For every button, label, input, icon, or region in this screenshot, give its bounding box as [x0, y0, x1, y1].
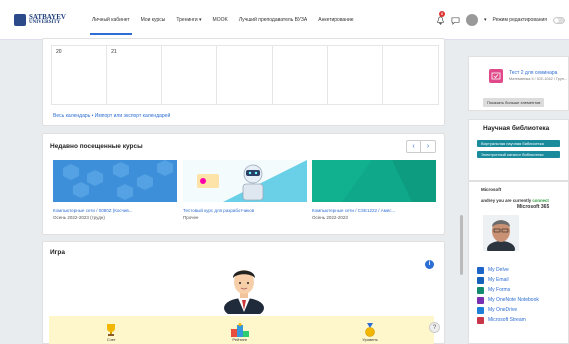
course-name[interactable]: Компьютерные сети / CSE1222 / Амес...	[312, 208, 436, 213]
recent-courses-title: Недавно посещенные курсы	[50, 143, 143, 150]
ms-greeting-text: andrey you are currently	[481, 198, 532, 203]
outlook-icon	[477, 276, 484, 284]
ms-item-stream[interactable]: Microsoft Stream	[477, 315, 568, 325]
score-label: Счет	[106, 337, 116, 342]
ms-item-label: Microsoft Stream	[488, 317, 526, 323]
scrollbar-thumb[interactable]	[460, 215, 463, 275]
course-card[interactable]: Тестовый курс для разработчиков Прочее	[183, 160, 307, 230]
e-catalog-button[interactable]: Электронный каталог библиотеки	[477, 151, 560, 158]
calendar-links[interactable]: Весь календарь • Импорт или экспорт кале…	[53, 113, 170, 119]
user-avatar[interactable]	[465, 14, 478, 26]
game-title: Игра	[50, 249, 65, 256]
calendar-grid: 20 21	[51, 45, 439, 105]
microsoft-block: Microsoft andrey you are currently conne…	[468, 181, 569, 344]
ms-greeting: andrey you are currently connect	[481, 198, 568, 203]
ms-app-list: My Delve My Email My Forms My OneNote No…	[469, 265, 568, 325]
level-stat[interactable]: Уровень	[362, 323, 378, 342]
calendar-day[interactable]	[328, 46, 383, 104]
course-category: Осень 2022-2023 (трудн)	[53, 215, 105, 220]
medal-icon	[365, 323, 375, 337]
ms-365-label: Microsoft 365	[517, 204, 550, 210]
show-more-button[interactable]: Показать больше элементов	[483, 98, 545, 107]
ms-item-label: My Forms	[488, 287, 511, 293]
user-profile-photo	[483, 215, 519, 251]
ms-item-onedrive[interactable]: My OneDrive	[477, 305, 568, 315]
course-name[interactable]: Тестовый курс для разработчиков	[183, 208, 307, 213]
edit-mode-label[interactable]: Режим редактирования	[493, 17, 548, 23]
podium-icon	[230, 323, 249, 337]
ms-item-email[interactable]: My Email	[477, 275, 568, 285]
nav-links: Личный кабинет Мои курсы Тренинги ▾ MOOK…	[90, 3, 356, 37]
course-name[interactable]: Компьютерные сети / 0080Z (Косчив...	[53, 208, 177, 213]
onedrive-icon	[477, 306, 484, 314]
nav-link-best-teacher[interactable]: Лучший преподаватель ВУЗА	[237, 3, 309, 37]
level-label: Уровень	[362, 337, 378, 342]
nav-link-mook[interactable]: MOOK	[211, 3, 230, 37]
course-card[interactable]: Компьютерные сети / CSE1222 / Амес... Ос…	[312, 160, 436, 230]
quiz-icon	[489, 69, 503, 83]
chevron-down-icon[interactable]: ▾	[484, 17, 487, 23]
delve-icon	[477, 266, 484, 274]
calendar-day[interactable]: 21	[107, 46, 163, 104]
course-category: Осень 2022-2023	[312, 215, 348, 220]
university-logo[interactable]: SATBAYEV UNIVERSITY	[14, 12, 84, 26]
library-block: Научная библиотека Виртуальная научная б…	[468, 119, 569, 181]
ms-connected-status: connect	[532, 198, 549, 203]
upcoming-events-block: Тест 2 для семинара Математика II / ICE-…	[468, 56, 569, 111]
ms-item-forms[interactable]: My Forms	[477, 285, 568, 295]
nav-link-survey[interactable]: Анкетирование	[316, 3, 355, 37]
logo-line-1: SATBAYEV	[29, 12, 66, 21]
nav-link-trainings[interactable]: Тренинги ▾	[174, 3, 203, 37]
calendar-day[interactable]	[273, 46, 328, 104]
calendar-day[interactable]	[162, 46, 218, 104]
edit-mode-toggle[interactable]	[553, 16, 565, 24]
stream-icon	[477, 316, 484, 324]
player-avatar	[224, 270, 264, 314]
course-category: Прочее	[183, 215, 199, 220]
nav-link-dashboard[interactable]: Личный кабинет	[90, 3, 132, 37]
calendar-block: 20 21 Весь календарь • Импорт или экспор…	[42, 38, 445, 126]
ms-item-label: My OneDrive	[488, 307, 518, 313]
score-stat[interactable]: Счет	[105, 323, 117, 342]
virtual-library-button[interactable]: Виртуальная научная библиотека	[477, 140, 560, 147]
calendar-day[interactable]	[383, 46, 438, 104]
ms-item-label: My Email	[488, 277, 509, 283]
ms-item-delve[interactable]: My Delve	[477, 265, 568, 275]
top-navbar: SATBAYEV UNIVERSITY Личный кабинет Мои к…	[0, 0, 569, 40]
ms-item-label: My Delve	[488, 267, 509, 273]
onenote-icon	[477, 296, 484, 304]
game-stats-bar: Счет Рейтинг Уровень	[49, 316, 434, 344]
carousel-prev-button[interactable]: ‹	[407, 141, 421, 152]
ms-item-label: My OneNote Notebook	[488, 297, 539, 303]
help-button[interactable]: ?	[429, 322, 440, 333]
notification-badge: 8	[438, 10, 445, 17]
forms-icon	[477, 286, 484, 294]
library-title: Научная библиотека	[483, 125, 550, 132]
nav-link-my-courses[interactable]: Мои курсы	[139, 3, 168, 37]
ms-item-onenote[interactable]: My OneNote Notebook	[477, 295, 568, 305]
game-block: Игра i Счет Рейтинг Уровень ?	[42, 241, 445, 344]
course-image[interactable]	[312, 160, 436, 202]
rating-stat[interactable]: Рейтинг	[230, 323, 250, 342]
logo-emblem-icon	[14, 13, 26, 26]
recent-courses-block: Недавно посещенные курсы ‹ › Компьютерны…	[42, 133, 445, 235]
calendar-day[interactable]: 20	[52, 46, 108, 104]
microsoft-title: Microsoft	[481, 187, 502, 192]
calendar-day[interactable]	[217, 46, 273, 104]
quiz-course: Математика II / ICE-1042 / Груп...	[509, 77, 567, 81]
rating-label: Рейтинг	[232, 337, 248, 342]
info-icon[interactable]: i	[425, 260, 434, 269]
chat-icon[interactable]	[451, 16, 460, 25]
course-image[interactable]	[183, 160, 307, 202]
course-card[interactable]: Компьютерные сети / 0080Z (Косчив... Осе…	[53, 160, 177, 230]
quiz-title[interactable]: Тест 2 для семинара	[509, 70, 557, 76]
right-sidebar: Тест 2 для семинара Математика II / ICE-…	[462, 40, 569, 344]
carousel-next-button[interactable]: ›	[421, 141, 435, 152]
bell-icon[interactable]: 8	[436, 10, 445, 25]
carousel-controls: ‹ ›	[406, 140, 436, 153]
trophy-icon	[107, 324, 116, 336]
nav-right: 8 ▾ Режим редактирования	[436, 0, 565, 40]
course-image[interactable]	[53, 160, 177, 202]
